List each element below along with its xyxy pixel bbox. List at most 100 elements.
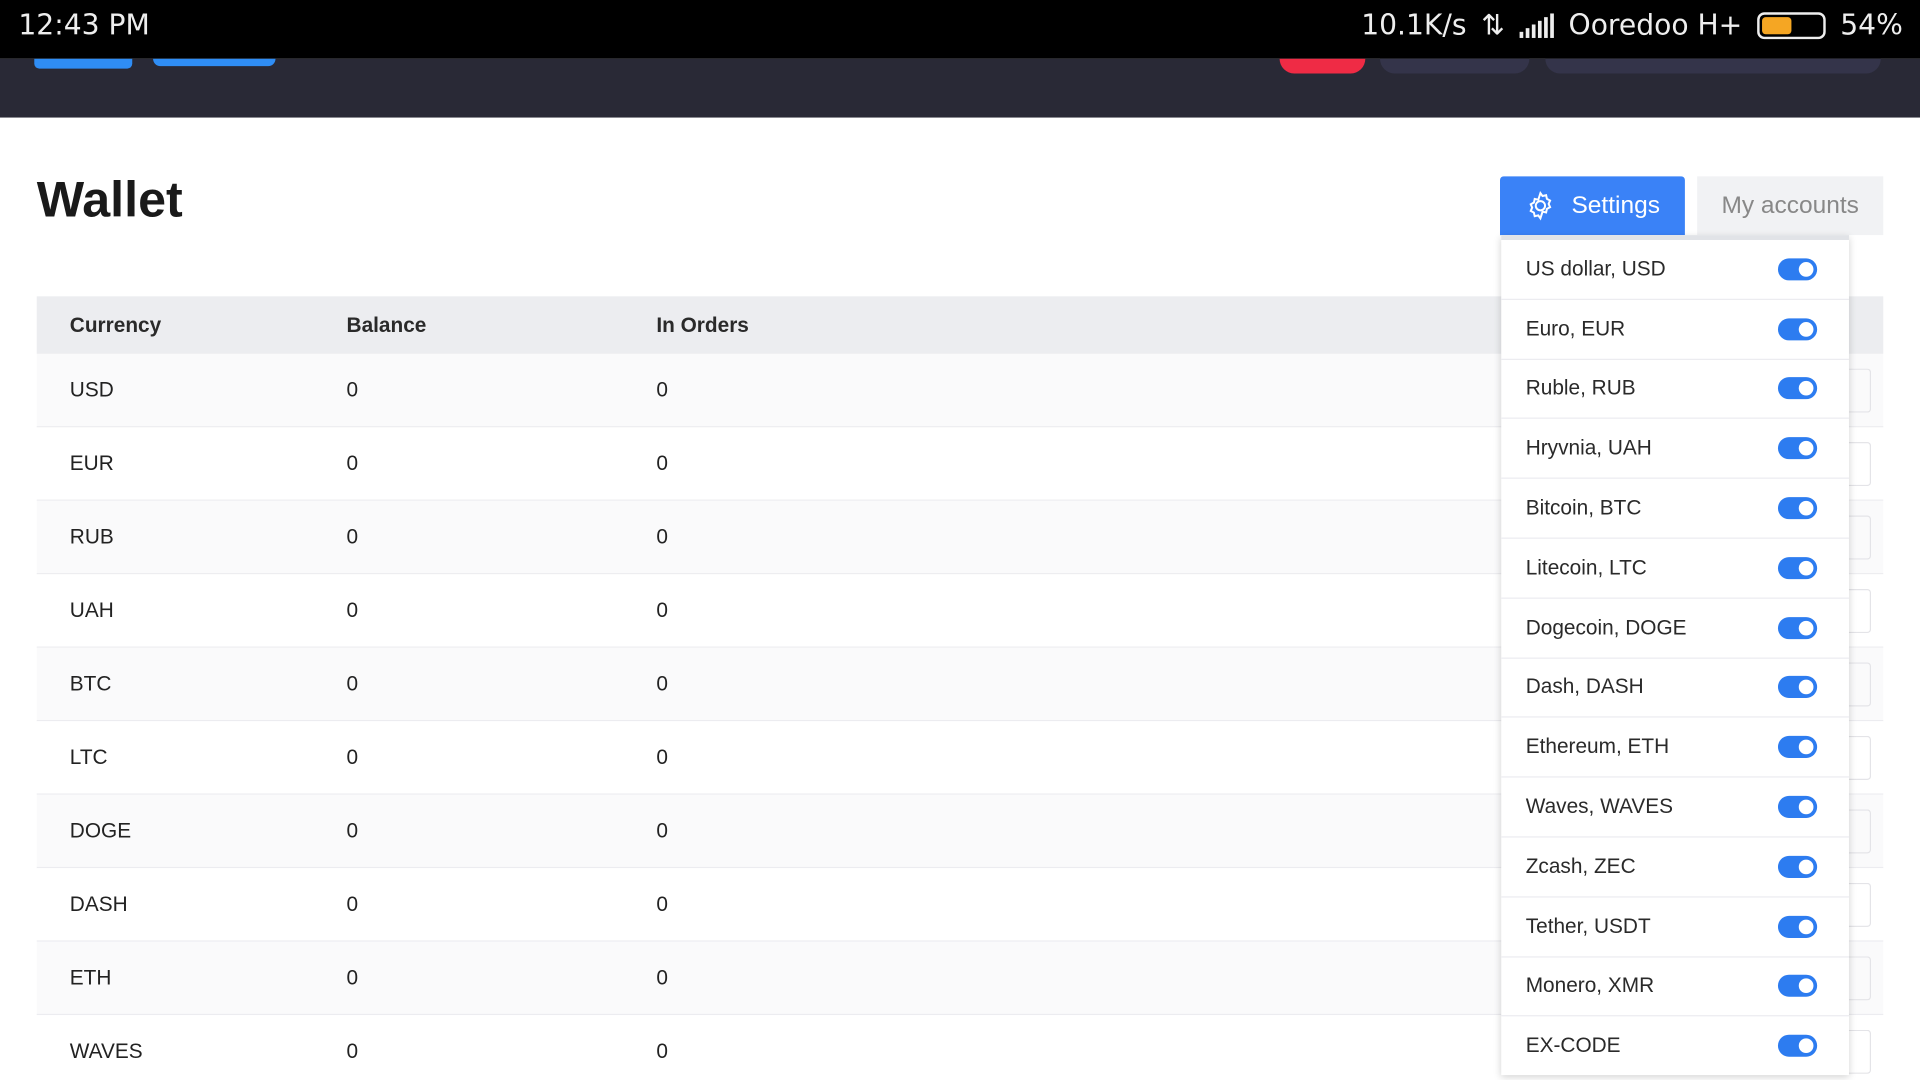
row-action-button[interactable]: [1847, 1029, 1872, 1074]
network-speed: 10.1K/s: [1361, 9, 1467, 42]
toggle-switch[interactable]: [1777, 317, 1818, 341]
cell-balance: 0: [346, 818, 359, 842]
toggle-switch[interactable]: [1777, 795, 1818, 819]
cell-balance: 0: [346, 671, 359, 695]
cell-in-orders: 0: [656, 524, 668, 548]
status-bar: 12:43 PM 10.1K/s ⇅ Ooredoo H+ 54%: [0, 0, 1920, 59]
cell-currency: RUB: [69, 524, 114, 548]
cell-balance: 0: [346, 965, 359, 989]
cell-currency: BTC: [69, 671, 112, 695]
toggle-switch[interactable]: [1777, 258, 1818, 281]
carrier: Ooredoo H+: [1568, 9, 1743, 42]
gear-icon: [1529, 190, 1552, 221]
screen: 12:43 PM 10.1K/s ⇅ Ooredoo H+ 54% Wallet…: [0, 0, 1920, 1080]
menu-item-label: EX-CODE: [1525, 1033, 1621, 1058]
menu-item: Litecoin, LTC: [1501, 539, 1849, 599]
row-action-button[interactable]: [1847, 588, 1872, 634]
header-balance[interactable]: Balance: [347, 313, 427, 337]
cell-in-orders: 0: [656, 451, 668, 475]
data-arrows-icon: ⇅: [1481, 9, 1505, 42]
cell-balance: 0: [346, 377, 359, 402]
nav-pill-button[interactable]: [1380, 58, 1530, 74]
logo-text: [153, 58, 276, 67]
menu-item: Waves, WAVES: [1501, 778, 1849, 838]
cell-balance: 0: [346, 524, 359, 548]
menu-item: Tether, USDT: [1501, 897, 1849, 958]
menu-item: Dash, DASH: [1501, 658, 1849, 719]
cell-currency: UAH: [69, 598, 114, 622]
cell-currency: DOGE: [69, 818, 132, 842]
toggle-switch[interactable]: [1777, 556, 1818, 580]
logo[interactable]: [34, 58, 133, 69]
cell-currency: ETH: [69, 965, 112, 989]
row-action-button[interactable]: [1847, 809, 1872, 854]
header-currency[interactable]: Currency: [70, 313, 161, 337]
menu-item: Euro, EUR: [1501, 300, 1849, 360]
my-accounts-button[interactable]: My accounts: [1697, 176, 1884, 236]
nav-account-pill[interactable]: [1545, 58, 1881, 74]
cell-currency: LTC: [69, 745, 108, 769]
cell-in-orders: 0: [656, 892, 668, 916]
row-action-button[interactable]: [1847, 882, 1872, 927]
menu-item: EX-CODE: [1501, 1017, 1849, 1076]
row-action-button[interactable]: [1847, 735, 1872, 781]
cell-in-orders: 0: [656, 377, 668, 402]
menu-item-label: Ethereum, ETH: [1525, 735, 1670, 759]
toggle-switch[interactable]: [1777, 915, 1818, 938]
cell-currency: DASH: [69, 892, 128, 916]
page-title: Wallet: [36, 171, 183, 228]
signal-icon: [1519, 13, 1554, 38]
cell-balance: 0: [346, 598, 359, 622]
status-time: 12:43 PM: [18, 9, 150, 42]
menu-item: US dollar, USD: [1501, 240, 1849, 300]
toggle-switch[interactable]: [1777, 377, 1818, 400]
cell-balance: 0: [346, 451, 359, 475]
row-action-button[interactable]: [1847, 956, 1872, 1001]
settings-label: Settings: [1571, 191, 1660, 219]
toggle-switch[interactable]: [1777, 1035, 1818, 1058]
settings-button[interactable]: Settings: [1500, 176, 1685, 236]
row-action-button[interactable]: [1847, 662, 1872, 707]
menu-item-label: Waves, WAVES: [1525, 794, 1673, 819]
currency-settings-dropdown: US dollar, USD Euro, EUR Ruble, RUB Hryvnia…: [1501, 235, 1849, 1076]
menu-item: Dogecoin, DOGE: [1501, 599, 1849, 659]
cell-balance: 0: [346, 892, 359, 916]
menu-item-label: Monero, XMR: [1525, 974, 1655, 998]
menu-item-label: Euro, EUR: [1525, 316, 1626, 341]
toggle-switch[interactable]: [1777, 497, 1818, 520]
cell-in-orders: 0: [656, 818, 668, 842]
menu-item: Monero, XMR: [1501, 957, 1849, 1017]
menu-item-label: Ruble, RUB: [1525, 376, 1636, 400]
menu-item: Ruble, RUB: [1501, 360, 1849, 420]
toggle-switch[interactable]: [1777, 855, 1818, 878]
menu-item-label: US dollar, USD: [1525, 257, 1666, 281]
toggle-switch[interactable]: [1777, 736, 1818, 759]
menu-item-label: Zcash, ZEC: [1525, 854, 1636, 878]
menu-item-label: Hryvnia, UAH: [1525, 436, 1652, 460]
toggle-switch[interactable]: [1777, 975, 1818, 998]
battery-percent: 54%: [1840, 9, 1903, 42]
toggle-switch[interactable]: [1777, 676, 1818, 699]
menu-item-label: Dogecoin, DOGE: [1525, 615, 1687, 639]
cell-currency: EUR: [69, 451, 114, 475]
menu-item-label: Dash, DASH: [1525, 675, 1644, 699]
menu-item: Bitcoin, BTC: [1501, 479, 1849, 539]
row-action-button[interactable]: [1847, 515, 1872, 560]
row-action-button[interactable]: [1847, 368, 1872, 413]
toggle-switch[interactable]: [1777, 437, 1818, 460]
menu-item: Hryvnia, UAH: [1501, 419, 1849, 480]
battery-icon: [1756, 12, 1826, 40]
cell-currency: WAVES: [69, 1038, 143, 1063]
toggle-switch[interactable]: [1777, 616, 1818, 639]
menu-item-label: Litecoin, LTC: [1525, 555, 1647, 580]
row-action-button[interactable]: [1847, 442, 1872, 487]
cell-in-orders: 0: [656, 598, 668, 622]
my-accounts-label: My accounts: [1721, 191, 1859, 219]
cell-currency: USD: [69, 377, 114, 402]
cell-in-orders: 0: [656, 965, 668, 989]
menu-item: Ethereum, ETH: [1501, 718, 1849, 778]
header-in-orders[interactable]: In Orders: [656, 313, 749, 337]
nav-red-button[interactable]: [1279, 58, 1366, 74]
top-nav: [0, 58, 1920, 118]
cell-balance: 0: [346, 1038, 359, 1063]
